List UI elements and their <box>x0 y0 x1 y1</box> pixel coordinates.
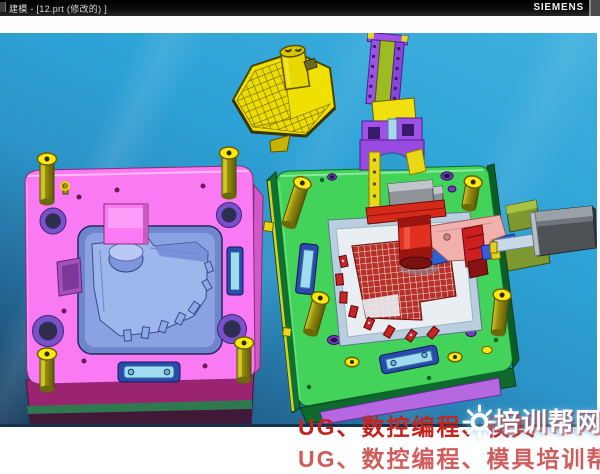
scene-3d <box>0 33 597 424</box>
left-mold-slot-bottom <box>118 362 180 382</box>
sun-icon <box>461 403 498 440</box>
mold-left-assembly[interactable] <box>25 147 263 424</box>
caption-text-clipped: UG、数控编程、模具培训帮网 <box>298 440 600 474</box>
side-pocket-violet <box>57 258 82 296</box>
app-window: 建模 - [12.prt (修改的) ] SIEMENS <box>0 0 600 444</box>
titlebar-right-edge <box>589 0 600 16</box>
clipped-title-fragment <box>0 2 6 12</box>
siemens-logo: SIEMENS <box>533 2 584 13</box>
watermark-site-name: 培训帮网 <box>494 402 600 439</box>
window-margin-top <box>0 16 600 33</box>
graphics-viewport[interactable] <box>0 33 597 427</box>
left-mold-slot-right <box>227 247 243 295</box>
titlebar[interactable]: 建模 - [12.prt (修改的) ] SIEMENS <box>0 0 600 16</box>
core-tab-pink <box>104 204 148 244</box>
window-title: 建模 - [12.prt (修改的) ] <box>9 2 107 15</box>
floating-part-assembly[interactable] <box>233 44 335 152</box>
